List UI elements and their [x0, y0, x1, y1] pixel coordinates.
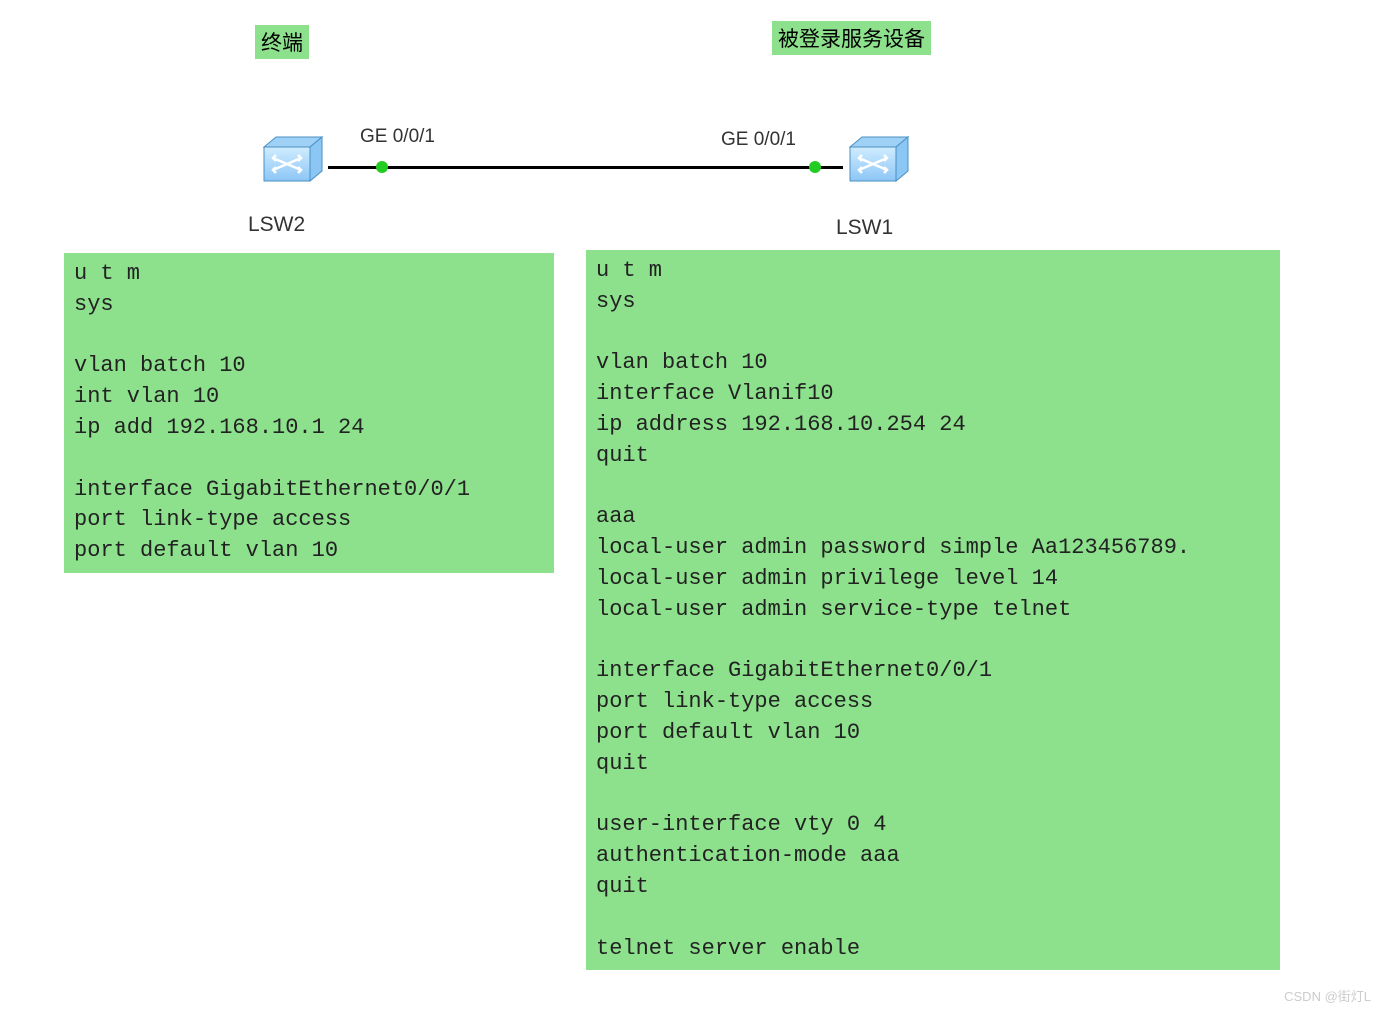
endpoint-dot-left	[376, 161, 388, 173]
endpoint-dot-right	[809, 161, 821, 173]
link-line	[328, 166, 843, 169]
watermark: CSDN @街灯L	[1284, 986, 1371, 1005]
terminal-label: 终端	[255, 25, 309, 59]
device-label-left: LSW2	[248, 213, 305, 237]
port-label-left: GE 0/0/1	[360, 126, 435, 148]
code-block-left: u t m sys vlan batch 10 int vlan 10 ip a…	[64, 253, 554, 573]
code-block-right: u t m sys vlan batch 10 interface Vlanif…	[586, 250, 1280, 970]
switch-icon-left	[260, 133, 326, 185]
port-label-right: GE 0/0/1	[721, 129, 796, 151]
switch-icon-right	[846, 133, 912, 185]
server-label: 被登录服务设备	[772, 21, 931, 55]
device-label-right: LSW1	[836, 216, 893, 240]
